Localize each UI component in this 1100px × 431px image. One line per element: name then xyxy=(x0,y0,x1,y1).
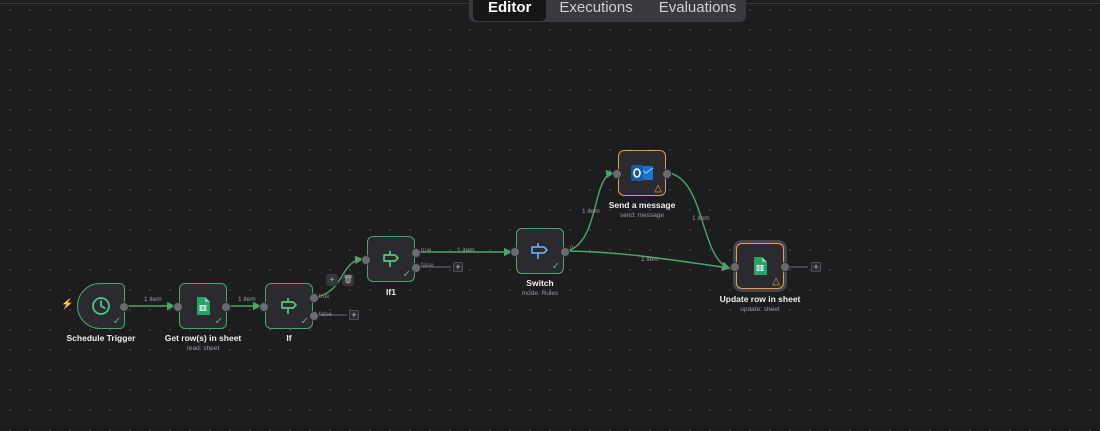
trigger-bolt-icon: ⚡ xyxy=(61,299,74,310)
warning-icon: △ xyxy=(772,276,780,287)
connection-add-button[interactable]: + xyxy=(326,274,338,286)
edge-label-sendmsg-update: 1 item xyxy=(692,215,710,222)
success-check-icon: ✓ xyxy=(551,261,560,272)
node-subtitle-switch: mode: Rules xyxy=(521,290,559,297)
node-title-switch: Switch xyxy=(526,278,554,288)
node-schedule-trigger[interactable]: ✓ xyxy=(77,283,125,329)
node-subtitle-getrows: read: sheet xyxy=(186,345,220,352)
signpost-icon xyxy=(383,251,399,267)
switch-output-index: 0 xyxy=(570,246,574,252)
update-add-button[interactable]: + xyxy=(811,262,821,272)
if1-true-label: true xyxy=(421,248,432,254)
success-check-icon: ✓ xyxy=(300,316,309,327)
node-if[interactable]: ✓ xyxy=(265,283,313,329)
google-sheets-icon xyxy=(197,297,210,315)
node-title-if: If xyxy=(286,333,292,343)
sendmsg-input-port[interactable] xyxy=(612,169,622,179)
success-check-icon: ✓ xyxy=(402,269,411,280)
edge-label-schedule-getrows: 1 item xyxy=(144,296,162,303)
update-input-port[interactable] xyxy=(730,262,740,272)
connection-delete-button[interactable]: 🗑 xyxy=(342,274,354,286)
getrows-output-port[interactable] xyxy=(221,302,231,312)
success-check-icon: ✓ xyxy=(214,316,223,327)
update-output-port[interactable] xyxy=(780,262,790,272)
if1-false-add-button[interactable]: + xyxy=(453,262,463,272)
if-false-port[interactable] xyxy=(309,311,319,321)
node-title-update: Update row in sheet xyxy=(719,294,801,304)
edge-label-getrows-if: 1 item xyxy=(238,296,256,303)
connections-layer xyxy=(128,169,808,316)
switch-output-port[interactable] xyxy=(560,247,570,257)
signpost-icon xyxy=(281,298,297,314)
node-update-row[interactable]: △ xyxy=(736,243,784,289)
edge-label-switch-update: 1 item xyxy=(641,256,659,263)
if1-input-port[interactable] xyxy=(361,255,371,265)
if-input-port[interactable] xyxy=(259,302,269,312)
node-switch[interactable]: ✓ xyxy=(516,228,564,274)
signpost-icon xyxy=(531,243,548,259)
if-false-add-button[interactable]: + xyxy=(349,310,359,320)
getrows-input-port[interactable] xyxy=(173,302,183,312)
sendmsg-output-port[interactable] xyxy=(662,169,672,179)
if1-true-port[interactable] xyxy=(411,248,421,258)
schedule-output-port[interactable] xyxy=(119,302,129,312)
if-false-label: false xyxy=(319,312,332,318)
clock-icon xyxy=(92,297,110,315)
node-get-rows[interactable]: ✓ xyxy=(179,283,227,329)
success-check-icon: ✓ xyxy=(112,316,121,327)
edge-label-if1-switch: 1 item xyxy=(457,247,475,254)
edge-label-switch-sendmsg: 1 item xyxy=(582,208,600,215)
switch-input-port[interactable] xyxy=(510,247,520,257)
google-sheets-icon xyxy=(754,257,767,275)
node-title-if1: If1 xyxy=(386,287,396,297)
if1-false-port[interactable] xyxy=(411,263,421,273)
outlook-icon xyxy=(631,165,654,181)
node-if1[interactable]: ✓ xyxy=(367,236,415,282)
if1-false-label: false xyxy=(421,263,434,269)
warning-icon: △ xyxy=(654,183,662,194)
node-send-message[interactable]: △ xyxy=(618,150,666,196)
node-subtitle-update: update: sheet xyxy=(740,306,780,313)
